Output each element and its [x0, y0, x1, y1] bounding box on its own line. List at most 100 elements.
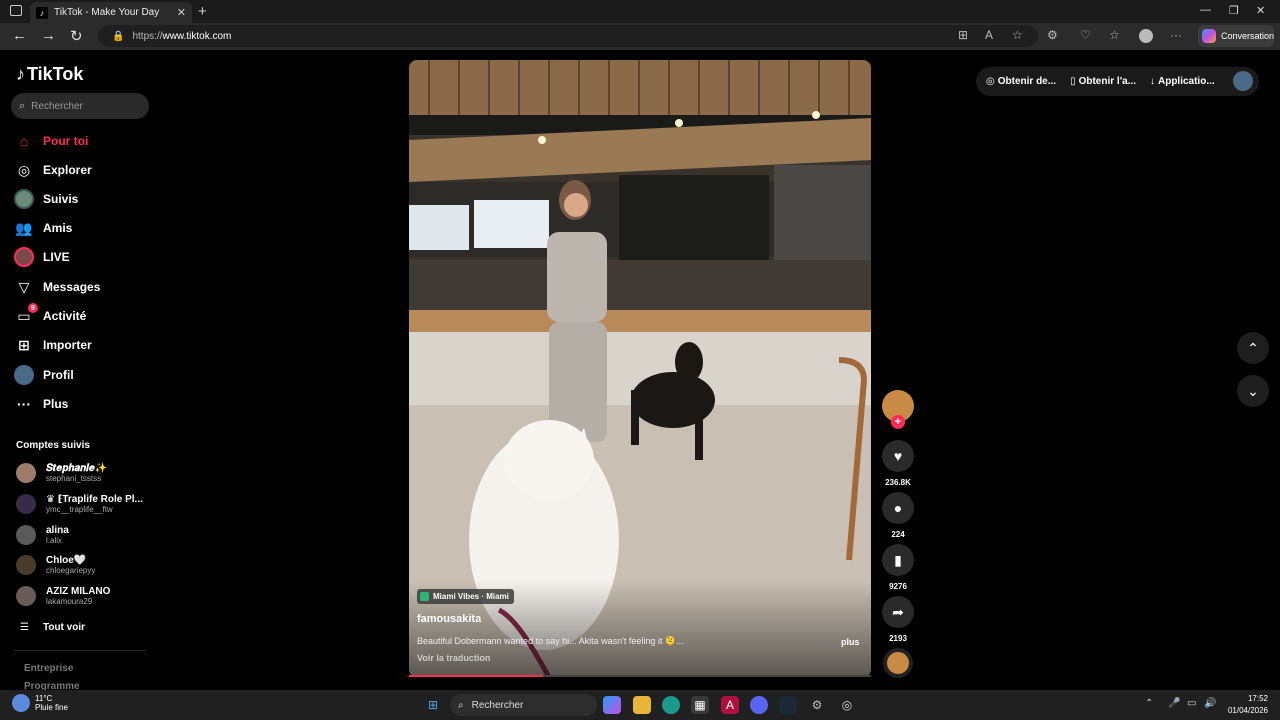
sidebar-item-importer[interactable]: ⊞ Importer	[14, 334, 92, 356]
save-count: 9276	[889, 582, 907, 591]
footer-link-programme[interactable]: Programme	[24, 681, 80, 690]
more-button[interactable]: plus	[841, 637, 860, 647]
copilot-icon[interactable]	[603, 696, 621, 714]
like-button[interactable]: ♥ 236.8K	[882, 440, 914, 487]
nav-label: Suivis	[43, 192, 79, 206]
get-coins-button[interactable]: ◎ Obtenir de...	[986, 76, 1056, 87]
next-video-button[interactable]: ⌄	[1237, 375, 1269, 407]
see-all-button[interactable]: ☰ Tout voir	[20, 622, 85, 633]
save-button[interactable]: ▮ 9276	[882, 544, 914, 591]
location-tag[interactable]: Miami Vibes · Miami	[417, 589, 514, 604]
sidebar-item-pour-toi[interactable]: ⌂ Pour toi	[14, 130, 89, 152]
forward-icon[interactable]: →	[41, 27, 56, 44]
followed-account[interactable]: alina l.alix	[16, 522, 69, 548]
new-tab-icon[interactable]: +	[198, 3, 207, 20]
taskbar-search[interactable]: ⌕ Rechercher	[450, 694, 597, 716]
file-explorer-icon[interactable]	[633, 696, 651, 714]
account-username: l.alix	[46, 535, 63, 545]
volume-icon[interactable]: 🔊	[1204, 698, 1216, 709]
video-author[interactable]: famousakita	[417, 613, 481, 625]
sidebar-item-live[interactable]: LIVE	[14, 246, 70, 268]
profile-avatar-icon[interactable]	[1139, 29, 1153, 43]
share-button[interactable]: ➦ 2193	[882, 596, 914, 643]
weather-desc: Pluie fine	[35, 703, 68, 712]
favorites-icon[interactable]: ☆	[1109, 28, 1120, 42]
desktop-app-button[interactable]: ↓ Applicatio...	[1150, 76, 1215, 87]
footer-link-entreprise[interactable]: Entreprise	[24, 663, 73, 674]
settings-icon[interactable]: ⚙	[808, 696, 826, 714]
discord-icon[interactable]	[750, 696, 768, 714]
read-aloud-icon[interactable]: A	[985, 28, 993, 42]
location-pin-icon	[420, 592, 429, 601]
followed-account[interactable]: AZIZ MILANO lakamoura29	[16, 583, 110, 609]
previous-video-button[interactable]: ⌃	[1237, 332, 1269, 364]
search-input[interactable]: ⌕ Rechercher	[11, 93, 149, 119]
app-available-icon[interactable]: ⊞	[958, 28, 968, 42]
sidebar-item-plus[interactable]: ··· Plus	[14, 393, 68, 415]
chevron-up-icon[interactable]: ⌃	[1145, 698, 1153, 709]
browser-tab[interactable]: ♪ TikTok - Make Your Day ✕	[30, 2, 192, 23]
sidebar-item-explorer[interactable]: ◎ Explorer	[14, 159, 92, 181]
favorite-star-icon[interactable]: ☆	[1012, 28, 1023, 42]
maximize-icon[interactable]: ❐	[1229, 4, 1239, 17]
followed-account[interactable]: ♛ ⁅Traplife Role Pl... ymc__traplife__ftw	[16, 491, 143, 517]
weather-widget[interactable]: 11°C Pluie fine	[12, 694, 68, 712]
nav-label: Activité	[43, 309, 87, 323]
account-username: ymc__traplife__ftw	[46, 504, 113, 514]
close-window-icon[interactable]: ✕	[1256, 4, 1265, 17]
account-name: Chloe🤍	[46, 554, 87, 566]
url-host: www.tiktok.com	[162, 30, 232, 42]
translate-link[interactable]: Voir la traduction	[417, 653, 490, 663]
video-frame	[409, 60, 871, 677]
followed-account[interactable]: 𝑺𝒕𝒆𝒑𝒉𝒂𝒏𝒊𝒆✨ stephani_tsstss	[16, 460, 107, 486]
store-icon[interactable]: ▦	[691, 696, 709, 714]
get-app-button[interactable]: ▯ Obtenir l'a...	[1070, 76, 1136, 87]
follow-plus-icon[interactable]: +	[891, 415, 905, 429]
profile-avatar[interactable]	[1233, 71, 1253, 91]
edge-icon[interactable]	[662, 696, 680, 714]
comment-button[interactable]: ● 224	[882, 492, 914, 539]
tab-actions-icon[interactable]	[10, 5, 22, 16]
network-icon[interactable]: ▭	[1187, 698, 1196, 709]
settings-more-icon[interactable]: ···	[1170, 28, 1182, 42]
steam-icon[interactable]	[779, 696, 797, 714]
microphone-icon[interactable]: 🎤	[1168, 698, 1180, 709]
followed-account[interactable]: Chloe🤍 chloegariepyy	[16, 552, 95, 578]
nav-label: Explorer	[43, 163, 92, 177]
date: 01/04/2026	[1227, 706, 1268, 715]
refresh-icon[interactable]: ↻	[70, 27, 83, 45]
topbar-item-label: Obtenir de...	[997, 76, 1057, 87]
affinity-icon[interactable]: A	[721, 696, 739, 714]
nav-label: LIVE	[43, 250, 70, 264]
sidebar-item-amis[interactable]: 👥 Amis	[14, 217, 72, 239]
friends-icon: 👥	[15, 219, 33, 236]
video-player[interactable]	[409, 60, 871, 677]
url-input[interactable]: 🔒 https:// www.tiktok.com	[98, 25, 1038, 47]
minimize-icon[interactable]: —	[1200, 4, 1211, 16]
sidebar-item-profil[interactable]: Profil	[14, 364, 74, 386]
windows-start-icon[interactable]: ⊞	[424, 696, 442, 714]
app-icon[interactable]: ◎	[838, 696, 856, 714]
account-username: chloegariepyy	[46, 565, 96, 575]
video-progress-bar[interactable]	[409, 675, 871, 677]
taskbar: 11°C Pluie fine ⊞ ⌕ Rechercher ▦ A ⚙ ◎ ⌃ …	[0, 690, 1280, 720]
browser-essentials-icon[interactable]: ♡	[1080, 28, 1091, 42]
following-avatar-icon	[14, 189, 34, 209]
nav-label: Messages	[43, 280, 101, 294]
extensions-icon[interactable]: ⚙	[1047, 28, 1058, 42]
sidebar-item-activite[interactable]: ▭ 9 Activité	[14, 303, 87, 327]
music-disc-icon[interactable]	[883, 648, 913, 678]
back-icon[interactable]: ←	[12, 27, 27, 44]
search-icon: ⌕	[19, 99, 26, 112]
account-username: lakamoura29	[46, 596, 93, 606]
tab-strip: ♪ TikTok - Make Your Day ✕ + — ❐ ✕	[0, 0, 1280, 23]
close-tab-icon[interactable]: ✕	[177, 6, 186, 19]
tab-title: TikTok - Make Your Day	[54, 7, 160, 18]
copilot-button[interactable]: Conversation	[1198, 25, 1274, 47]
more-icon: ···	[17, 396, 31, 412]
sidebar-item-messages[interactable]: ▽ Messages	[14, 276, 101, 298]
tiktok-logo[interactable]: ♪ TikTok	[16, 64, 83, 85]
home-icon: ⌂	[19, 133, 29, 149]
clock[interactable]: 17:52 01/04/2026	[1224, 693, 1268, 717]
sidebar-item-suivis[interactable]: Suivis	[14, 188, 78, 210]
